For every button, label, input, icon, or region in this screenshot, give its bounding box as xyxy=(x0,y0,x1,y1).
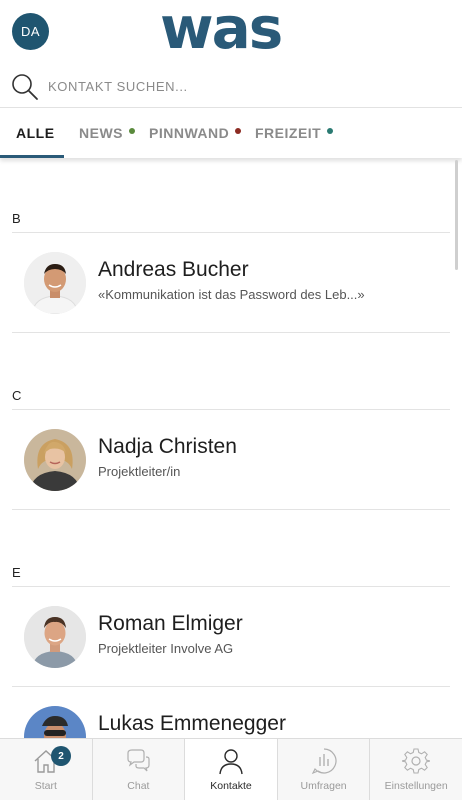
contact-name: Andreas Bucher xyxy=(98,258,249,281)
divider xyxy=(12,332,450,333)
tab-label: FREIZEIT xyxy=(255,125,322,141)
scrollbar[interactable] xyxy=(455,160,458,270)
contact-item[interactable]: Lukas Emmenegger xyxy=(12,688,450,738)
contact-avatar xyxy=(24,606,86,668)
search-icon[interactable] xyxy=(11,73,39,101)
poll-icon xyxy=(311,748,337,775)
user-avatar[interactable]: DA xyxy=(12,13,49,50)
search-input[interactable] xyxy=(48,75,438,97)
contact-item[interactable]: Andreas Bucher «Kommunikation ist das Pa… xyxy=(12,234,450,332)
nav-label: Kontakte xyxy=(210,780,252,792)
contact-name: Lukas Emmenegger xyxy=(98,712,286,735)
contact-name: Roman Elmiger xyxy=(98,612,243,635)
divider xyxy=(12,686,450,687)
section-header-b: B xyxy=(12,211,21,226)
tab-alle[interactable]: ALLE xyxy=(16,108,55,158)
tab-freizeit[interactable]: FREIZEIT xyxy=(255,108,334,158)
section-header-c: C xyxy=(12,388,22,403)
contact-avatar xyxy=(24,429,86,491)
active-tab-indicator xyxy=(0,155,64,158)
nav-label: Einstellungen xyxy=(384,780,448,792)
freizeit-dot-icon xyxy=(327,127,334,134)
nav-umfragen[interactable]: Umfragen xyxy=(278,739,371,800)
nav-label: Umfragen xyxy=(300,780,347,792)
tab-label: ALLE xyxy=(16,125,55,141)
notification-badge: 2 xyxy=(51,746,71,766)
contact-name: Nadja Christen xyxy=(98,435,237,458)
person-icon xyxy=(219,749,243,775)
nav-start[interactable]: 2 Start xyxy=(0,739,93,800)
divider xyxy=(12,586,450,587)
contact-subtitle: «Kommunikation ist das Password des Leb.… xyxy=(98,287,365,302)
contact-item[interactable]: Nadja Christen Projektleiter/in xyxy=(12,411,450,509)
tab-label: NEWS xyxy=(79,125,123,141)
section-header-e: E xyxy=(12,565,21,580)
app-logo: was xyxy=(160,0,283,62)
nav-kontakte[interactable]: Kontakte xyxy=(185,739,278,800)
nav-label: Start xyxy=(34,780,57,792)
contact-subtitle: Projektleiter Involve AG xyxy=(98,641,234,656)
filter-tabs: ALLE NEWS PINNWAND FREIZEIT xyxy=(0,108,462,158)
tab-label: PINNWAND xyxy=(149,125,230,141)
contact-list: B Andreas Bucher «Kommunikation ist das … xyxy=(0,158,462,738)
divider xyxy=(12,509,450,510)
app-header: DA was xyxy=(0,0,462,64)
nav-chat[interactable]: Chat xyxy=(93,739,186,800)
search-bar xyxy=(0,64,462,108)
nav-einstellungen[interactable]: Einstellungen xyxy=(370,739,462,800)
gear-icon xyxy=(402,748,431,774)
bottom-navigation: 2 Start Chat Kontakte Umfragen Einstellu… xyxy=(0,738,462,800)
news-dot-icon xyxy=(129,127,135,134)
contact-avatar xyxy=(24,252,86,314)
contact-item[interactable]: Roman Elmiger Projektleiter Involve AG xyxy=(12,588,450,686)
contact-subtitle: Projektleiter/in xyxy=(98,464,181,479)
divider xyxy=(12,232,450,233)
tab-news[interactable]: NEWS xyxy=(79,108,135,158)
nav-label: Chat xyxy=(127,780,150,792)
pinnwand-dot-icon xyxy=(235,127,242,134)
contact-avatar xyxy=(24,706,86,738)
divider xyxy=(12,409,450,410)
chat-icon xyxy=(127,749,150,772)
tab-pinnwand[interactable]: PINNWAND xyxy=(149,108,242,158)
